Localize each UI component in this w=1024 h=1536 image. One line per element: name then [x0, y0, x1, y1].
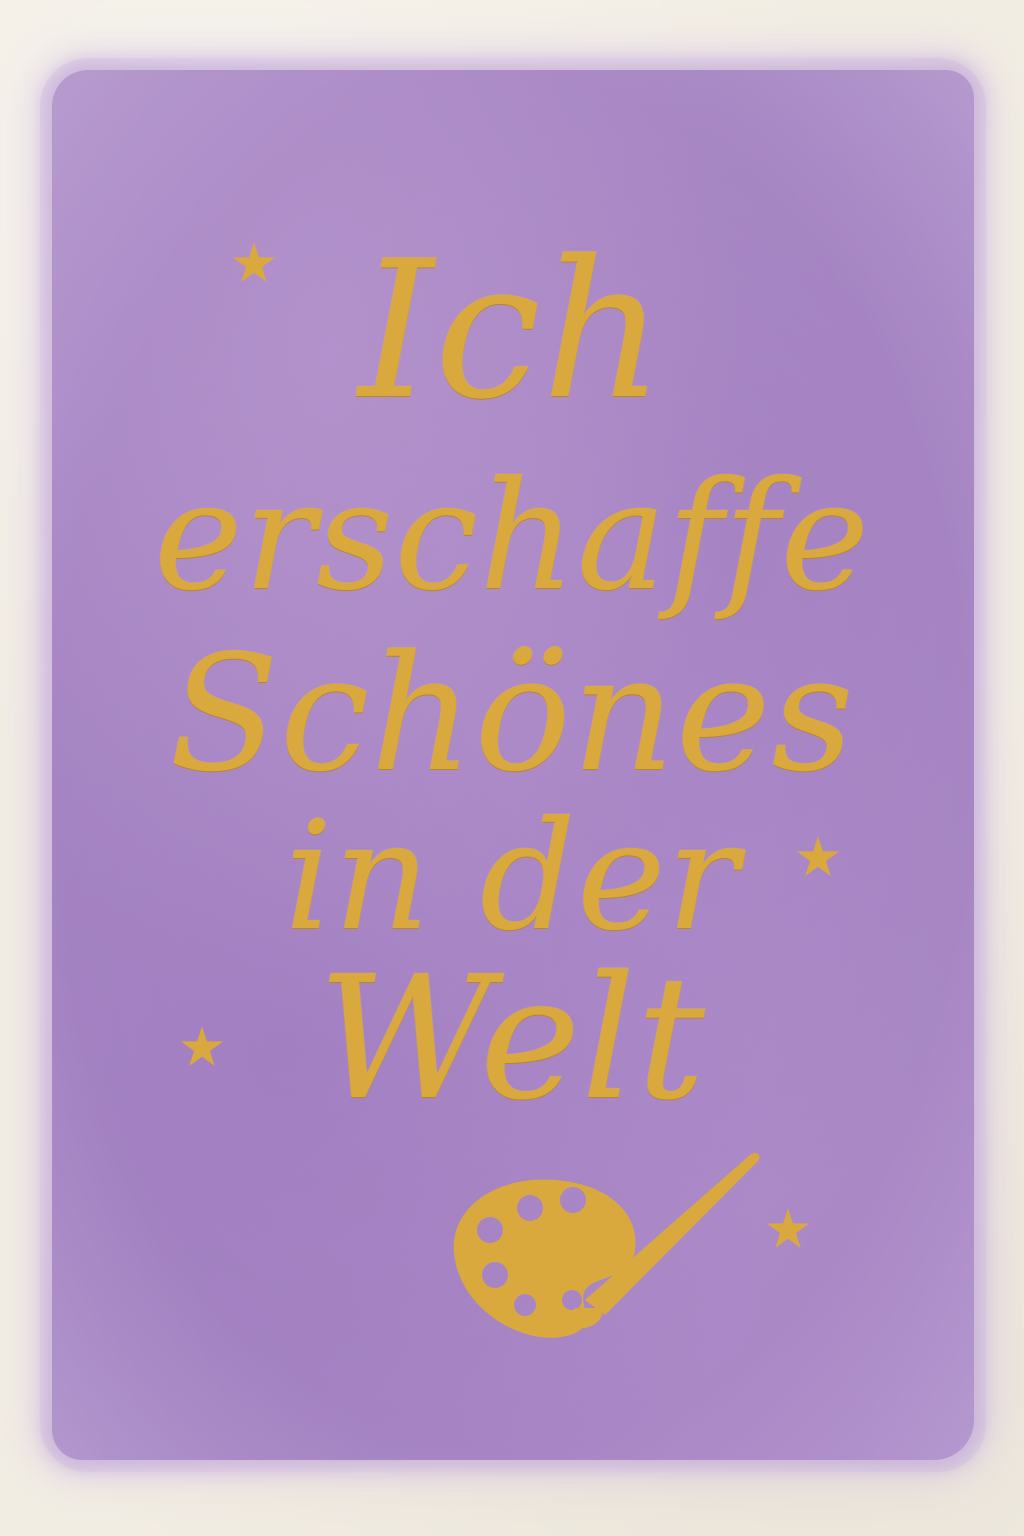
quote-line-2: erschaffe [153, 450, 871, 624]
quote-line-4: in der [284, 790, 740, 964]
paint-palette-icon [453, 1153, 760, 1338]
quote-line-3: Schönes [169, 620, 855, 807]
quote-line-5: Welt [317, 940, 707, 1138]
quote-line-1: Ich [358, 220, 666, 441]
